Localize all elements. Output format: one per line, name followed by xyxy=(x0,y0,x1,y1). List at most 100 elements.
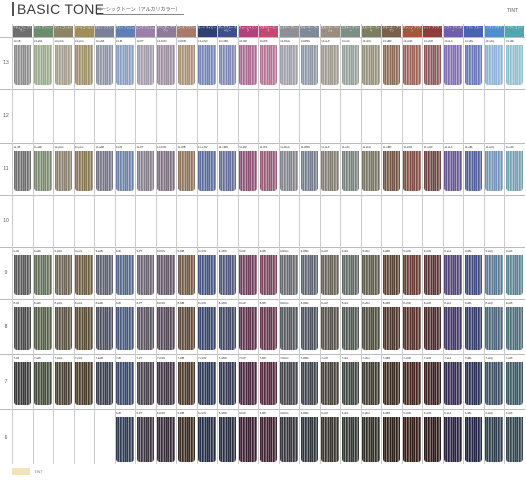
color-swatch xyxy=(116,151,134,191)
swatch-code: 9-RGG xyxy=(280,250,289,253)
swatch-code: 11-pLG xyxy=(75,146,84,149)
swatch-code: 7-aAB xyxy=(95,357,103,360)
column-header: ラベンダー ブラウン xyxy=(156,26,176,37)
swatch-code: 13-nB xyxy=(13,40,21,43)
color-swatch xyxy=(485,255,503,295)
column-divider xyxy=(94,24,96,464)
color-swatch xyxy=(485,307,503,350)
swatch-code: 11-oLP xyxy=(321,146,330,149)
swatch-code: 11-aMt xyxy=(34,146,42,149)
color-swatch xyxy=(505,417,524,462)
swatch-code: 9-oIG xyxy=(341,250,349,253)
color-swatch xyxy=(403,307,421,350)
swatch-code: 13-KON xyxy=(157,40,167,43)
color-swatch xyxy=(157,255,175,295)
swatch-code: 8-oIG xyxy=(341,302,349,305)
swatch-code: 7-RBG xyxy=(300,357,309,360)
column-header: ブルー アッシュ xyxy=(115,26,135,37)
swatch-code: 7-sCR xyxy=(423,357,432,360)
column-header: ミスティ グリーン xyxy=(340,26,361,37)
swatch-code: 6-sBL xyxy=(464,412,472,415)
swatch-code: 11-sBR xyxy=(382,146,392,149)
swatch-code: 9-sKH xyxy=(362,250,370,253)
legend: TINT xyxy=(12,468,72,478)
title-bar-mark xyxy=(12,2,14,16)
color-swatch xyxy=(177,151,196,191)
swatch-code: 9-fPK xyxy=(259,250,267,253)
color-swatch xyxy=(95,307,114,350)
swatch-code: 8-KON xyxy=(157,302,166,305)
swatch-code: 13-sOR xyxy=(423,40,433,43)
swatch-code: 7-nB xyxy=(13,357,19,360)
swatch-code: 9-PT xyxy=(136,250,143,253)
swatch-code: 11-fPK xyxy=(259,146,268,149)
color-swatch xyxy=(198,255,216,295)
page-title: BASIC TONE xyxy=(17,1,105,17)
color-swatch xyxy=(321,417,339,462)
color-swatch xyxy=(464,151,483,191)
color-swatch xyxy=(444,255,462,295)
swatch-code: 9-KON xyxy=(157,250,166,253)
swatch-code: 7-oLP xyxy=(321,357,329,360)
swatch-code: 7-sKH xyxy=(362,357,370,360)
swatch-code: 6-sMi xyxy=(505,412,513,415)
color-swatch xyxy=(505,151,524,191)
color-swatch xyxy=(280,307,298,350)
color-swatch xyxy=(444,307,462,350)
color-swatch xyxy=(239,417,257,462)
level-label-9: 9 xyxy=(4,270,8,276)
swatch-code: 11-sMi xyxy=(505,146,514,149)
header-tint-label: TINT xyxy=(506,8,518,14)
level-label-10: 10 xyxy=(3,218,9,224)
swatch-code: 7-iB xyxy=(116,357,121,360)
level-label-13: 13 xyxy=(3,60,9,66)
color-swatch xyxy=(95,151,114,191)
swatch-code: 13-pGG xyxy=(54,40,64,43)
swatch-code: 11-pGG xyxy=(54,146,64,149)
color-swatch xyxy=(382,45,401,85)
color-swatch xyxy=(198,307,216,350)
swatch-code: 6-oIG xyxy=(341,412,349,415)
color-swatch xyxy=(177,255,196,295)
swatch-code: 9-fAP xyxy=(239,250,246,253)
column-header: ナチュラル ブラウン xyxy=(12,26,33,37)
color-swatch xyxy=(13,45,32,85)
color-swatch xyxy=(75,151,93,191)
swatch-code: 13-sAQ xyxy=(485,40,495,43)
swatch-code: 13-RGG xyxy=(280,40,290,43)
column-header: マット グリーン xyxy=(33,26,53,37)
color-swatch xyxy=(505,255,524,295)
swatch-code: 11-KON xyxy=(157,146,167,149)
color-swatch xyxy=(54,255,73,295)
swatch-code: 8-PT xyxy=(136,302,143,305)
color-swatch xyxy=(157,417,175,462)
color-swatch xyxy=(157,307,175,350)
color-swatch xyxy=(218,362,237,405)
color-swatch xyxy=(280,255,298,295)
swatch-code: 7-fAP xyxy=(239,357,246,360)
color-swatch xyxy=(485,151,503,191)
color-swatch xyxy=(444,151,462,191)
swatch-code: 9-pLG xyxy=(75,250,83,253)
swatch-code: 7-sAQ xyxy=(485,357,493,360)
page-header: BASIC TONE ベーシックトーン（アルカリカラー） TINT xyxy=(0,0,526,20)
color-swatch xyxy=(321,45,339,85)
color-swatch xyxy=(423,255,442,295)
color-swatch xyxy=(218,255,237,295)
color-swatch xyxy=(505,307,524,350)
swatch-code: 7-oIG xyxy=(341,357,349,360)
swatch-code: 7-mNV xyxy=(198,357,207,360)
level-label-11: 11 xyxy=(3,166,9,172)
color-swatch xyxy=(259,307,278,350)
swatch-code: 6-sKH xyxy=(362,412,370,415)
color-swatch xyxy=(75,362,93,405)
color-swatch xyxy=(300,45,319,85)
swatch-code: 8-sLA xyxy=(444,302,452,305)
color-swatch xyxy=(321,307,339,350)
color-swatch xyxy=(34,255,52,295)
color-swatch xyxy=(34,151,52,191)
column-header: マット ゴールド xyxy=(53,26,74,37)
swatch-code: 9-aAB xyxy=(95,250,103,253)
color-swatch xyxy=(136,307,155,350)
color-swatch xyxy=(259,255,278,295)
